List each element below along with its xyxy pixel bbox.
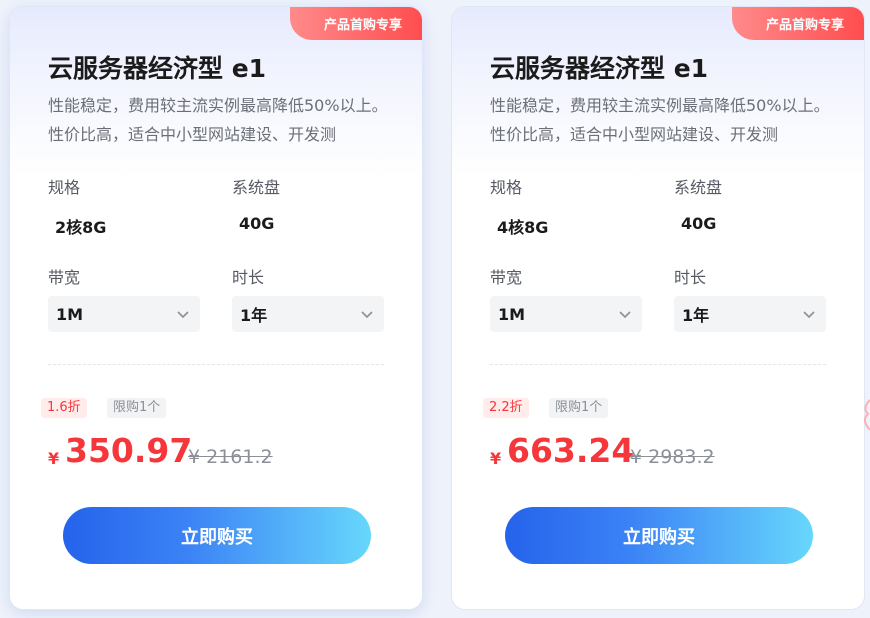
duration-select[interactable]: 1年 <box>674 296 826 332</box>
product-description: 性能稳定，费用较主流实例最高降低50%以上。性价比高，适合中小型网站建设、开发测 <box>490 96 830 144</box>
bandwidth-select[interactable]: 1M <box>48 296 200 332</box>
discount-badge: 1.6折 <box>41 398 87 418</box>
bandwidth-label: 带宽 <box>490 268 523 287</box>
duration-label: 时长 <box>232 268 265 287</box>
chevron-down-icon <box>619 311 631 319</box>
disk-label: 系统盘 <box>674 178 723 197</box>
divider <box>490 364 826 365</box>
duration-label: 时长 <box>674 268 707 287</box>
product-card-2: 产品首购专享 云服务器经济型 e1 性能稳定，费用较主流实例最高降低50%以上。… <box>451 6 865 610</box>
sale-price: 663.24 <box>507 431 635 470</box>
disk-label: 系统盘 <box>232 178 281 197</box>
bandwidth-select-value: 1M <box>56 304 84 324</box>
spec-value: 2核8G <box>55 218 107 237</box>
first-purchase-ribbon: 产品首购专享 <box>290 7 422 40</box>
buy-now-button[interactable]: 立即购买 <box>505 507 813 564</box>
chevron-down-icon <box>177 311 189 319</box>
first-purchase-ribbon: 产品首购专享 <box>732 7 864 40</box>
duration-select-value: 1年 <box>682 306 710 325</box>
bandwidth-label: 带宽 <box>48 268 81 287</box>
currency-symbol: ¥ <box>490 449 502 468</box>
bandwidth-select[interactable]: 1M <box>490 296 642 332</box>
purchase-limit-badge: 限购1个 <box>549 398 609 418</box>
product-description: 性能稳定，费用较主流实例最高降低50%以上。性价比高，适合中小型网站建设、开发测 <box>48 96 388 144</box>
spec-label: 规格 <box>490 178 523 197</box>
duration-select-value: 1年 <box>240 306 268 325</box>
disk-value: 40G <box>239 214 275 233</box>
currency-symbol: ¥ <box>48 449 60 468</box>
disk-value: 40G <box>681 214 717 233</box>
buy-now-button[interactable]: 立即购买 <box>63 507 371 564</box>
bandwidth-select-value: 1M <box>498 304 526 324</box>
product-title: 云服务器经济型 e1 <box>48 54 267 83</box>
duration-select[interactable]: 1年 <box>232 296 384 332</box>
chevron-down-icon <box>803 311 815 319</box>
product-card-1: 产品首购专享 云服务器经济型 e1 性能稳定，费用较主流实例最高降低50%以上。… <box>9 6 423 610</box>
decorative-sparkle-icon <box>864 399 870 431</box>
original-price: ¥ 2983.2 <box>630 446 715 468</box>
chevron-down-icon <box>361 311 373 319</box>
divider <box>48 364 384 365</box>
purchase-limit-badge: 限购1个 <box>107 398 167 418</box>
spec-label: 规格 <box>48 178 81 197</box>
sale-price: 350.97 <box>65 431 193 470</box>
product-title: 云服务器经济型 e1 <box>490 54 709 83</box>
discount-badge: 2.2折 <box>483 398 529 418</box>
spec-value: 4核8G <box>497 218 549 237</box>
original-price: ¥ 2161.2 <box>188 446 273 468</box>
